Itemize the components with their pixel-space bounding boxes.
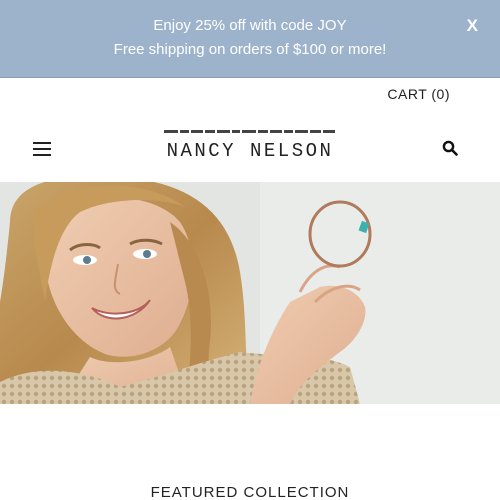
logo-text: NANCY NELSON: [166, 140, 334, 162]
announcement-line-1: Enjoy 25% off with code JOY: [153, 17, 347, 34]
site-logo[interactable]: NANCY NELSON: [140, 124, 360, 168]
featured-collection-heading: FEATURED COLLECTION: [150, 484, 350, 500]
hero-image: [0, 182, 500, 404]
search-icon: [442, 140, 458, 156]
announcement-line-2: Free shipping on orders of $100 or more!: [113, 41, 387, 58]
close-announcement-button[interactable]: X: [467, 16, 478, 36]
hero-banner[interactable]: [0, 182, 500, 404]
menu-button[interactable]: [33, 142, 51, 156]
search-button[interactable]: [442, 140, 458, 156]
announcement-bar: Enjoy 25% off with code JOY Free shippin…: [0, 0, 500, 78]
logo-ornament: [154, 128, 346, 134]
cart-link[interactable]: CART (0): [387, 86, 450, 102]
hamburger-icon: [33, 142, 51, 156]
